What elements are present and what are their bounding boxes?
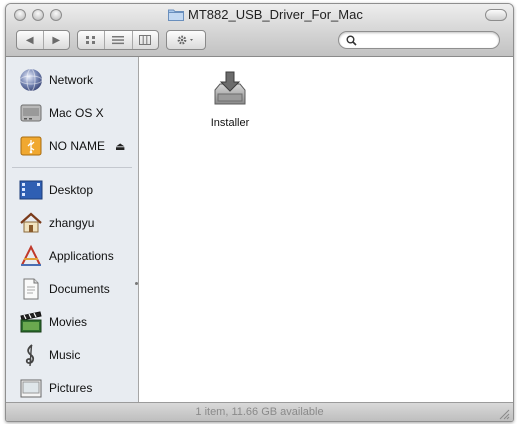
search-field[interactable] [338,31,500,49]
gear-icon [177,35,193,45]
close-button[interactable] [14,9,26,21]
view-mode-control [77,30,159,50]
sidebar-item-documents[interactable]: Documents [19,277,110,301]
folder-icon [168,9,184,21]
sidebar-item-movies[interactable]: Movies [19,310,87,334]
pictures-icon [20,379,42,398]
sidebar-item-label: NO NAME [49,139,106,153]
sidebar-item-music[interactable]: Music [19,343,80,367]
movies-icon [20,311,42,333]
icon-view-icon [86,36,96,44]
list-view-icon [112,36,125,45]
forward-arrow-icon: ▶ [52,34,61,46]
resize-grip-icon[interactable] [498,408,510,420]
sidebar-divider [12,167,132,168]
hard-drive-icon [20,104,42,122]
search-icon [346,35,357,46]
back-arrow-icon: ◀ [25,34,34,46]
sidebar-item-network[interactable]: Network [19,68,93,92]
sidebar-item-label: Applications [49,249,114,263]
usb-drive-icon [20,136,42,156]
sidebar-item-label: Mac OS X [49,106,104,120]
status-bar: 1 item, 11.66 GB available [6,402,513,421]
sidebar: Network Mac OS X NO NAME ⏏ Desktop zhang… [6,57,139,402]
column-view-button[interactable] [131,31,158,49]
sidebar-item-label: Pictures [49,381,93,395]
network-globe-icon [19,68,43,92]
documents-icon [23,278,39,300]
sidebar-item-desktop[interactable]: Desktop [19,178,93,202]
sidebar-item-applications[interactable]: Applications [19,244,114,268]
file-browser-pane: Installer [139,57,513,402]
sidebar-item-label: Desktop [49,183,94,197]
home-icon [20,212,42,233]
applications-icon [21,244,41,266]
installer-package-icon [214,71,246,105]
eject-icon[interactable]: ⏏ [115,140,125,153]
file-item-label: Installer [210,117,250,129]
desktop-icon [19,180,43,200]
list-view-button[interactable] [104,31,131,49]
action-menu-button[interactable] [166,30,206,50]
sidebar-item-pictures[interactable]: Pictures [19,376,92,400]
back-button[interactable]: ◀ [17,31,43,49]
toolbar-toggle-button[interactable] [485,9,507,21]
back-forward-control: ◀ ▶ [16,30,70,50]
sidebar-item-label: Music [49,348,81,362]
forward-button[interactable]: ▶ [42,31,70,49]
column-view-icon [139,35,152,45]
sidebar-item-label: zhangyu [49,216,95,230]
minimize-button[interactable] [32,9,44,21]
window-title-text: MT882_USB_Driver_For_Mac [188,7,363,22]
sidebar-item-no-name[interactable]: NO NAME ⏏ [19,134,125,158]
sidebar-item-label: Documents [49,282,110,296]
finder-window: MT882_USB_Driver_For_Mac ◀ ▶ Network Mac… [5,3,514,422]
icon-view-button[interactable] [78,31,104,49]
file-item-installer[interactable]: Installer [190,70,270,129]
sidebar-item-label: Network [49,73,94,87]
title-bar[interactable]: MT882_USB_Driver_For_Mac ◀ ▶ [6,4,513,57]
sidebar-item-label: Movies [49,315,88,329]
music-icon [25,344,35,367]
sidebar-item-mac-os-x[interactable]: Mac OS X [19,101,104,125]
sidebar-item-zhangyu[interactable]: zhangyu [19,211,94,235]
zoom-button[interactable] [50,9,62,21]
status-text: 1 item, 11.66 GB available [195,406,324,418]
search-input[interactable] [361,33,495,49]
sidebar-resize-handle[interactable] [135,282,138,285]
window-title: MT882_USB_Driver_For_Mac [168,6,363,23]
